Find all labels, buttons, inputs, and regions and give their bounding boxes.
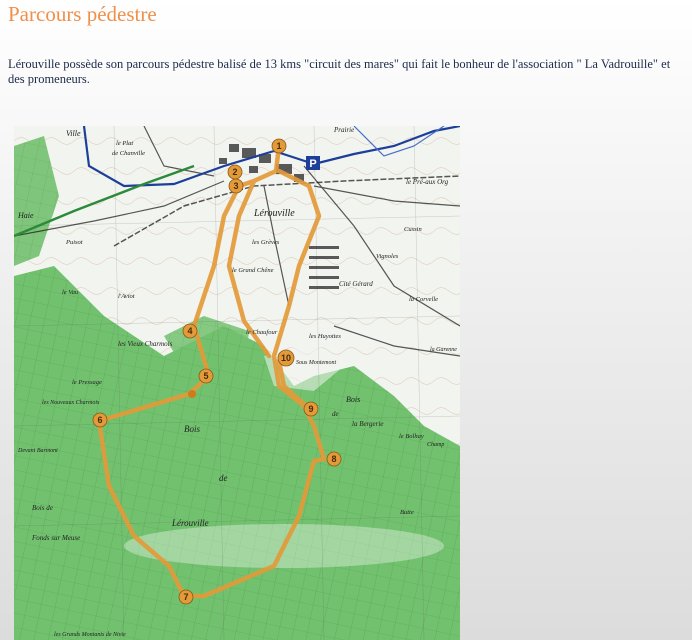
label-le-bolhay: le Bolhay	[399, 433, 424, 440]
label-sous-montemont: Sous Montemont	[296, 360, 336, 366]
label-aviot: l'Aviot	[118, 293, 135, 300]
label-vignoles: Vignoles	[376, 253, 399, 260]
label-les-greves: les Grèves	[252, 239, 280, 246]
label-le-vau: le Vau	[62, 289, 79, 296]
svg-text:7: 7	[183, 592, 188, 602]
label-la-garenne: la Garenne	[430, 347, 457, 353]
svg-text:9: 9	[308, 404, 313, 414]
waypoint-1: 1	[271, 138, 287, 154]
trail-map: P 1 2 3 4 5 6 7 8 9 10 Ville le Plat de …	[14, 126, 460, 640]
label-les-nouveaux-charmois: les Nouveaux Charmois	[42, 400, 100, 406]
parking-label: P	[309, 158, 316, 170]
label-fonds-sur-meuse: Fonds sur Meuse	[31, 534, 80, 542]
waypoint-6: 6	[92, 412, 108, 428]
waypoint-4: 4	[182, 323, 198, 339]
label-le-pressage: le Pressage	[72, 379, 102, 386]
waypoint-3: 3	[228, 178, 244, 194]
label-bois-right: Bois	[346, 395, 360, 404]
label-les-vieux-charmois: les Vieux Charmois	[118, 340, 173, 348]
label-lerouville-town: Lérouville	[253, 208, 295, 219]
label-bois: Bois	[184, 424, 200, 434]
label-butte: Butte	[400, 509, 414, 516]
label-haie: Haie	[17, 211, 34, 220]
svg-text:3: 3	[233, 181, 238, 191]
svg-text:1: 1	[276, 141, 281, 151]
svg-text:8: 8	[331, 454, 336, 464]
svg-text:5: 5	[203, 371, 208, 381]
waypoint-2: 2	[227, 164, 243, 180]
trail-map-image: P 1 2 3 4 5 6 7 8 9 10 Ville le Plat de …	[14, 126, 460, 640]
waypoint-8: 8	[326, 451, 342, 467]
label-de: de	[219, 473, 228, 483]
waypoint-10: 10	[277, 349, 295, 367]
label-pre-aux-org: le Pré-aux Org	[406, 178, 449, 186]
label-devant-barmont: Devant Barmont	[17, 448, 58, 454]
label-le-chaufour: le Chaufour	[246, 329, 278, 336]
label-ville: Ville	[66, 129, 81, 138]
svg-text:10: 10	[281, 353, 291, 363]
label-cussin: Cussin	[404, 226, 422, 233]
waypoint-7: 7	[178, 589, 194, 605]
label-le-grand-chene: le Grand Chêne	[232, 267, 274, 274]
label-les-huyottes: les Huyottes	[309, 333, 341, 340]
label-bois-lerouville: Lérouville	[171, 518, 209, 528]
page-title: Parcours pédestre	[8, 2, 157, 26]
waypoint-5: 5	[198, 368, 214, 384]
label-de-chanville: de Chanville	[112, 150, 145, 157]
svg-text:2: 2	[232, 167, 237, 177]
waypoint-9: 9	[303, 401, 319, 417]
svg-text:4: 4	[187, 326, 192, 336]
label-puisot: Puisot	[65, 239, 83, 246]
label-prairie: Prairie	[333, 126, 354, 134]
svg-text:6: 6	[97, 415, 102, 425]
label-de-right: de	[332, 410, 339, 418]
label-champ: Champ	[427, 442, 444, 448]
intro-paragraph: Lérouville possède son parcours pédestre…	[8, 57, 671, 86]
label-cite-gerard: Cité Gérard	[339, 280, 373, 288]
label-la-corvelle: la Corvelle	[409, 296, 438, 303]
label-bois-de-fonds: Bois de	[32, 504, 53, 512]
label-la-bergerie: la Bergerie	[352, 420, 383, 428]
label-les-grands-montants: les Grands Montants de Nivie	[54, 632, 126, 638]
label-le-plat: le Plat	[116, 140, 133, 147]
